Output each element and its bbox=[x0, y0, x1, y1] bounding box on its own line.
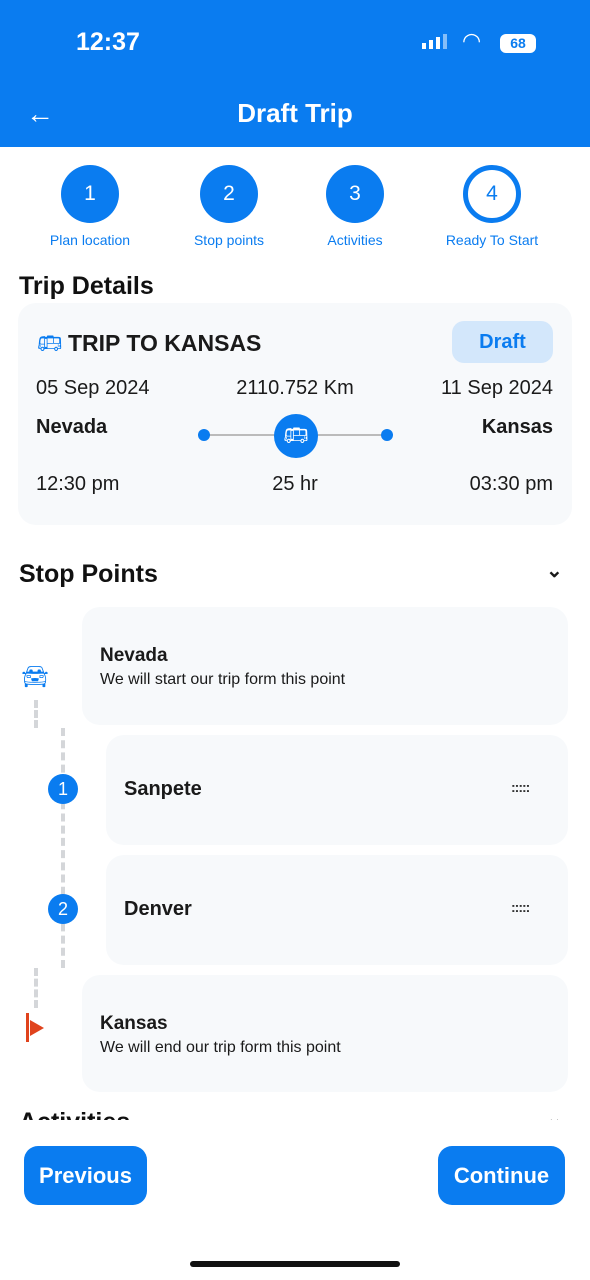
step-1[interactable]: 1 bbox=[61, 165, 119, 223]
end-date: 11 Sep 2024 bbox=[441, 377, 553, 399]
previous-button[interactable]: Previous bbox=[24, 1146, 147, 1205]
page-title: Draft Trip bbox=[237, 98, 353, 128]
wifi-icon: ◠ bbox=[462, 28, 482, 53]
step-3[interactable]: 3 bbox=[326, 165, 384, 223]
continue-button[interactable]: Continue bbox=[438, 1146, 565, 1205]
activities-heading: Activities bbox=[19, 1108, 130, 1120]
drag-handle-icon[interactable]: ::::: bbox=[511, 899, 530, 915]
trip-details-heading: Trip Details bbox=[19, 272, 154, 300]
car-icon: 🚘︎ bbox=[21, 664, 49, 689]
app-header: 12:37 ◠ 68 ← Draft Trip bbox=[0, 0, 590, 147]
origin-dot bbox=[198, 429, 210, 441]
flag-icon bbox=[26, 1013, 29, 1042]
stop-points-list: 🚘︎ Nevada We will start our trip form th… bbox=[0, 600, 590, 1120]
end-time: 03:30 pm bbox=[469, 473, 553, 495]
step-label: Stop points bbox=[193, 232, 265, 248]
stop-card[interactable]: Denver ::::: bbox=[106, 855, 568, 965]
route-dash bbox=[34, 968, 38, 1008]
flag-icon-pennant bbox=[30, 1020, 44, 1036]
drag-handle-icon[interactable]: ::::: bbox=[511, 779, 530, 795]
bus-icon: 🚌︎ bbox=[274, 414, 318, 458]
trip-card: 🚌︎ TRIP TO KANSAS Draft 05 Sep 2024 2110… bbox=[18, 303, 572, 525]
home-indicator bbox=[190, 1261, 400, 1267]
stop-name: Sanpete bbox=[124, 778, 202, 800]
step-2[interactable]: 2 bbox=[200, 165, 258, 223]
route-dash bbox=[34, 700, 38, 728]
stop-desc: We will end our trip form this point bbox=[100, 1039, 341, 1056]
stop-number: 1 bbox=[48, 774, 78, 804]
destination-dot bbox=[381, 429, 393, 441]
bus-icon: 🚌︎ bbox=[37, 333, 63, 355]
origin: Nevada bbox=[36, 416, 108, 438]
chevron-down-icon[interactable]: ⌄ bbox=[546, 558, 563, 583]
step-4[interactable]: 4 bbox=[463, 165, 521, 223]
step-label: Ready To Start bbox=[445, 232, 539, 248]
route-dash bbox=[61, 728, 65, 968]
stop-name: Kansas bbox=[100, 1013, 168, 1034]
stop-desc: We will start our trip form this point bbox=[100, 671, 346, 688]
stop-name: Nevada bbox=[100, 645, 168, 666]
chevron-down-icon[interactable]: ⌄ bbox=[546, 1106, 563, 1120]
status-badge: Draft bbox=[452, 321, 553, 363]
stop-card[interactable]: Sanpete ::::: bbox=[106, 735, 568, 845]
stop-name: Denver bbox=[124, 898, 192, 920]
signal-icon bbox=[422, 34, 447, 49]
battery-icon: 68 bbox=[500, 34, 536, 53]
destination: Kansas bbox=[481, 416, 553, 438]
trip-name: TRIP TO KANSAS bbox=[68, 330, 262, 356]
step-label: Plan location bbox=[49, 232, 131, 248]
step-label: Activities bbox=[327, 232, 383, 248]
status-time: 12:37 bbox=[76, 28, 140, 56]
stop-start-card[interactable]: Nevada We will start our trip form this … bbox=[82, 607, 568, 725]
stop-number: 2 bbox=[48, 894, 78, 924]
stop-end-card[interactable]: Kansas We will end our trip form this po… bbox=[82, 975, 568, 1092]
stop-points-heading: Stop Points bbox=[19, 560, 158, 588]
